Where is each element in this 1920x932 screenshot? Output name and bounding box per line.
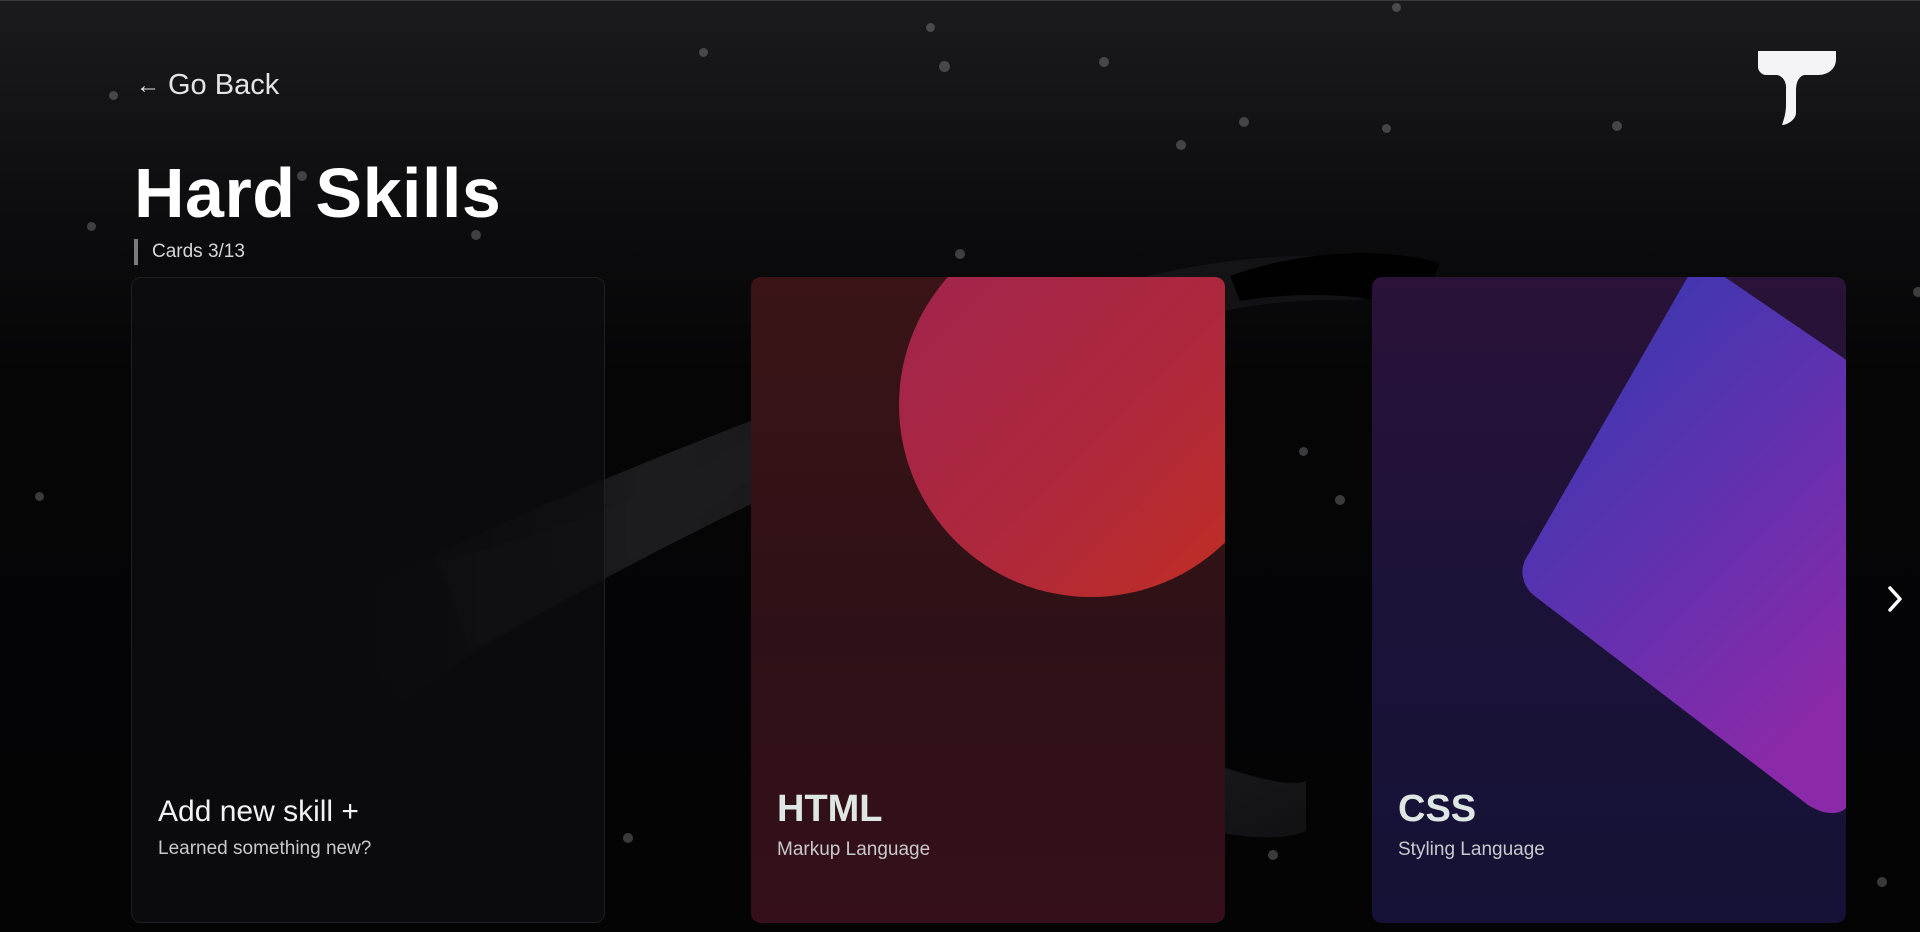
background-particle [955, 249, 965, 259]
background-particle [1913, 287, 1920, 297]
go-back-label: Go Back [168, 69, 280, 101]
page-title: Hard Skills [134, 154, 502, 232]
cards-counter: Cards 3/13 [134, 239, 245, 265]
card-title: HTML [777, 788, 883, 831]
skill-card-css[interactable]: CSS Styling Language [1372, 277, 1846, 923]
background-particle [35, 492, 44, 501]
card-subtitle: Markup Language [777, 839, 931, 860]
background-particle [1335, 495, 1345, 505]
chevron-right-icon [1888, 586, 1902, 612]
card-text: Add new skill + Learned something new? [158, 795, 371, 860]
background-particle [939, 61, 950, 72]
go-back-link[interactable]: ← Go Back [136, 69, 279, 102]
brand-t-logo-icon[interactable] [1758, 51, 1836, 125]
background-particle [109, 91, 118, 100]
background-particle [1877, 877, 1887, 887]
background-particle [1382, 124, 1391, 133]
background-particle [1268, 850, 1278, 860]
background-particle [87, 222, 96, 231]
arrow-left-icon: ← [136, 71, 160, 99]
add-skill-card[interactable]: Add new skill + Learned something new? [131, 277, 605, 923]
skills-page: ← Go Back Hard Skills Cards 3/13 Add new… [0, 0, 1920, 932]
card-subtitle: Learned something new? [158, 838, 372, 859]
background-particle [1099, 57, 1109, 67]
card-text: CSS Styling Language [1398, 788, 1545, 861]
next-cards-button[interactable] [1882, 581, 1908, 617]
skill-card-html[interactable]: HTML Markup Language [751, 277, 1225, 923]
background-particle [623, 833, 633, 843]
card-title: CSS [1398, 788, 1477, 831]
card-text: HTML Markup Language [777, 788, 931, 861]
background-particle [926, 23, 935, 32]
background-particle [1299, 447, 1308, 456]
card-title: Add new skill + [158, 795, 359, 828]
card-subtitle: Styling Language [1398, 839, 1545, 860]
background-particle [1392, 3, 1401, 12]
background-particle [1239, 117, 1249, 127]
background-particle [1612, 121, 1622, 131]
background-particle [1176, 140, 1186, 150]
background-particle [699, 48, 708, 57]
